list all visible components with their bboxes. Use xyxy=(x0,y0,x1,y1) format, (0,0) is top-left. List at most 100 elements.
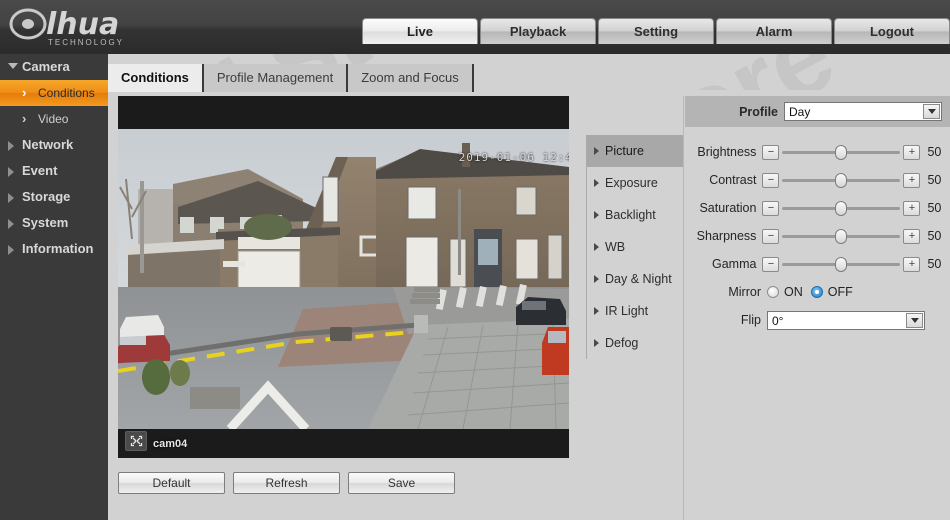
panel-divider xyxy=(683,96,684,520)
menu-item-ir-light[interactable]: IR Light xyxy=(587,295,683,327)
sidebar-item-label: Information xyxy=(22,241,94,256)
saturation-increase-button[interactable]: + xyxy=(903,200,921,216)
chevron-down-icon[interactable] xyxy=(906,312,923,328)
gamma-slider[interactable] xyxy=(782,256,901,272)
slider-handle[interactable] xyxy=(835,144,848,160)
profile-row: Profile Day xyxy=(685,96,950,127)
menu-item-exposure[interactable]: Exposure xyxy=(587,167,683,199)
sidebar-item-label: Event xyxy=(22,163,58,178)
gamma-value: 50 xyxy=(927,257,942,271)
slider-handle[interactable] xyxy=(835,256,848,272)
flip-select[interactable]: 0° xyxy=(767,310,925,330)
sharpness-value: 50 xyxy=(927,229,942,243)
slider-handle[interactable] xyxy=(835,200,848,216)
topnav-item-live[interactable]: Live xyxy=(362,18,478,44)
menu-item-picture[interactable]: Picture xyxy=(587,135,683,167)
contrast-value: 50 xyxy=(927,173,942,187)
tab-profile-management[interactable]: Profile Management xyxy=(203,64,349,92)
default-button[interactable]: Default xyxy=(118,472,225,494)
chevron-down-icon[interactable] xyxy=(923,104,940,119)
refresh-button[interactable]: Refresh xyxy=(233,472,340,494)
sidebar-item-label: Video xyxy=(38,112,69,126)
contrast-decrease-button[interactable]: − xyxy=(762,172,780,188)
menu-item-defog[interactable]: Defog xyxy=(587,327,683,359)
save-button[interactable]: Save xyxy=(348,472,455,494)
topnav-item-logout[interactable]: Logout xyxy=(834,18,950,44)
slider-list: Brightness − + 50 Contrast − + 50 Satura… xyxy=(685,138,950,334)
gamma-decrease-button[interactable]: − xyxy=(762,256,780,272)
sidebar-item-video[interactable]: › Video xyxy=(0,106,108,132)
chevron-right-icon xyxy=(8,193,14,203)
slider-row-saturation: Saturation − + 50 xyxy=(685,194,950,222)
saturation-label: Saturation xyxy=(699,201,757,215)
menu-item-wb[interactable]: WB xyxy=(587,231,683,263)
gamma-increase-button[interactable]: + xyxy=(903,256,921,272)
flip-select-value: 0° xyxy=(772,313,784,328)
chevron-right-icon xyxy=(594,275,599,283)
contrast-slider[interactable] xyxy=(782,172,901,188)
menu-item-label: Day & Night xyxy=(605,272,672,286)
sidebar-item-system[interactable]: System xyxy=(0,210,108,236)
contrast-increase-button[interactable]: + xyxy=(903,172,921,188)
sharpness-slider[interactable] xyxy=(782,228,901,244)
topnav-item-alarm[interactable]: Alarm xyxy=(716,18,832,44)
chevron-right-icon: › xyxy=(22,85,27,100)
chevron-right-icon xyxy=(594,339,599,347)
action-buttons: Default Refresh Save xyxy=(118,472,455,494)
mirror-on-label: ON xyxy=(784,285,803,299)
fullscreen-icon[interactable] xyxy=(125,431,147,451)
chevron-right-icon xyxy=(8,167,14,177)
menu-item-day-and-night[interactable]: Day & Night xyxy=(587,263,683,295)
mirror-off-radio[interactable] xyxy=(810,286,823,298)
sidebar-item-storage[interactable]: Storage xyxy=(0,184,108,210)
tab-conditions[interactable]: Conditions xyxy=(108,64,204,92)
sharpness-increase-button[interactable]: + xyxy=(903,228,921,244)
top-navigation: Live Playback Setting Alarm Logout xyxy=(362,18,950,44)
chevron-right-icon xyxy=(8,219,14,229)
slider-handle[interactable] xyxy=(835,172,848,188)
menu-item-label: Defog xyxy=(605,336,639,350)
menu-item-label: Picture xyxy=(605,144,644,158)
chevron-down-icon xyxy=(8,63,18,69)
menu-item-backlight[interactable]: Backlight xyxy=(587,199,683,231)
picture-settings-panel: Profile Day Brightness − + 50 Contrast −… xyxy=(685,90,950,520)
dahua-logo: lhua TECHNOLOGY xyxy=(8,4,188,50)
saturation-slider[interactable] xyxy=(782,200,901,216)
video-timestamp: 2019-01-06 12:4 xyxy=(458,151,569,164)
main-content: 2019-01-06 12:4 cam04 Default Refresh Sa… xyxy=(108,90,950,520)
mirror-on-radio[interactable] xyxy=(767,286,779,298)
profile-select[interactable]: Day xyxy=(784,102,942,121)
sidebar-item-label: System xyxy=(22,215,69,230)
flip-label: Flip xyxy=(740,313,761,327)
svg-text:TECHNOLOGY: TECHNOLOGY xyxy=(48,38,124,47)
saturation-decrease-button[interactable]: − xyxy=(762,200,780,216)
menu-item-label: WB xyxy=(605,240,626,254)
topnav-item-playback[interactable]: Playback xyxy=(480,18,596,44)
video-preview[interactable]: 2019-01-06 12:4 cam04 xyxy=(118,96,569,458)
chevron-right-icon: › xyxy=(22,111,27,126)
mirror-label: Mirror xyxy=(728,285,761,299)
gamma-label: Gamma xyxy=(711,257,757,271)
video-frame xyxy=(118,129,569,429)
chevron-right-icon xyxy=(594,147,599,155)
brightness-decrease-button[interactable]: − xyxy=(762,144,780,160)
sharpness-decrease-button[interactable]: − xyxy=(762,228,780,244)
menu-item-label: IR Light xyxy=(605,304,649,318)
svg-text:lhua: lhua xyxy=(46,7,119,42)
sidebar-item-network[interactable]: Network xyxy=(0,132,108,158)
sidebar-item-label: Storage xyxy=(22,189,71,204)
sidebar-item-information[interactable]: Information xyxy=(0,236,108,262)
tab-zoom-and-focus[interactable]: Zoom and Focus xyxy=(348,64,474,92)
dahua-camera-config-page: Ali Securit Ali Store Ali Store lhua TEC… xyxy=(0,0,950,520)
topnav-item-setting[interactable]: Setting xyxy=(598,18,714,44)
sidebar-item-event[interactable]: Event xyxy=(0,158,108,184)
mirror-off-label: OFF xyxy=(827,285,853,299)
flip-row: Flip 0° xyxy=(685,306,950,334)
video-camera-label: cam04 xyxy=(153,438,188,450)
sidebar-item-camera[interactable]: Camera xyxy=(0,54,108,80)
brightness-increase-button[interactable]: + xyxy=(903,144,921,160)
slider-handle[interactable] xyxy=(835,228,848,244)
slider-row-sharpness: Sharpness − + 50 xyxy=(685,222,950,250)
sidebar-item-conditions[interactable]: › Conditions xyxy=(0,80,108,106)
brightness-slider[interactable] xyxy=(782,144,901,160)
